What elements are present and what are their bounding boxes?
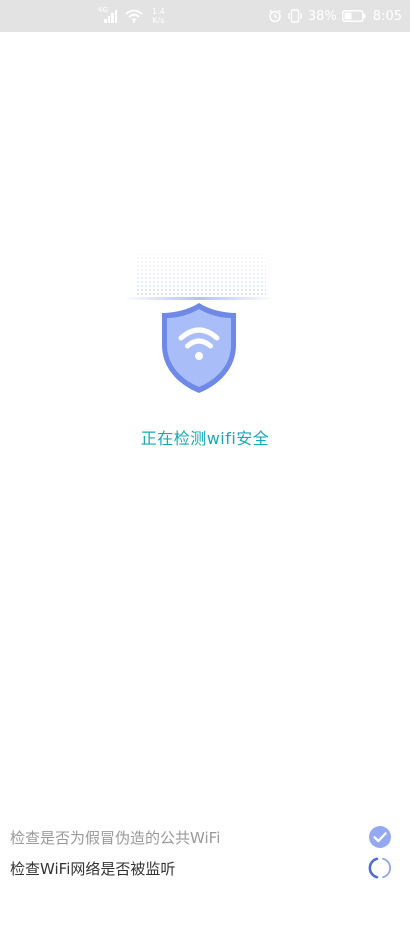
vibrate-icon (288, 9, 302, 23)
check-done-icon (369, 826, 391, 848)
check-item-label: 检查WiFi网络是否被监听 (10, 859, 176, 878)
alarm-icon (268, 9, 281, 23)
network-speed: 1.4 K/s (152, 7, 165, 25)
status-bar: 4G 1.4 K/s 38% 8:05 (0, 0, 410, 32)
shield-wifi-icon (162, 303, 236, 393)
wifi-icon (125, 9, 143, 23)
loading-spinner-icon (368, 857, 392, 879)
speed-unit: K/s (152, 16, 165, 25)
clock-time: 8:05 (372, 8, 402, 24)
check-item-fake-wifi: 检查是否为假冒伪造的公共WiFi (10, 824, 392, 850)
check-item-label: 检查是否为假冒伪造的公共WiFi (10, 828, 221, 847)
status-right: 38% 8:05 (268, 4, 402, 28)
signal-icon: 4G (98, 7, 120, 23)
status-left: 4G 1.4 K/s (98, 4, 165, 28)
scan-dot-grid (136, 248, 266, 296)
wifi-scan-animation (120, 248, 280, 408)
speed-value: 1.4 (152, 7, 165, 16)
scan-status-text: 正在检测wifi安全 (140, 429, 270, 448)
battery-icon (341, 10, 366, 22)
check-item-eavesdrop: 检查WiFi网络是否被监听 (10, 855, 392, 881)
battery-percent: 38% (307, 8, 337, 24)
